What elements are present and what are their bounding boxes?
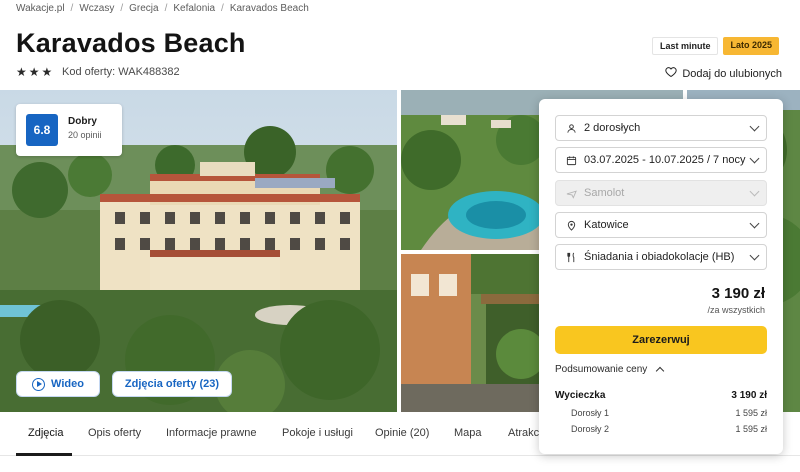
- add-to-favorites-button[interactable]: Dodaj do ulubionych: [665, 66, 782, 81]
- chevron-down-icon: [749, 186, 760, 196]
- breadcrumb-item[interactable]: Wczasy: [79, 3, 114, 14]
- summary-trip-row: Wycieczka 3 190 zł: [555, 390, 767, 401]
- departure-select[interactable]: Katowice: [555, 212, 767, 238]
- breadcrumb-item-current: Karavados Beach: [229, 3, 309, 14]
- tab-description[interactable]: Opis oferty: [88, 427, 141, 439]
- summary-trip-label: Wycieczka: [555, 390, 606, 401]
- summary-line-label: Dorosły 1: [571, 408, 610, 418]
- badges: Last minute Lato 2025: [651, 37, 779, 55]
- cutlery-icon: [564, 250, 578, 264]
- guests-select[interactable]: 2 dorosłych: [555, 115, 767, 141]
- summary-line-value: 1 595 zł: [735, 424, 767, 434]
- page-title: Karavados Beach: [16, 28, 246, 58]
- rating-card[interactable]: 6.8 Dobry 20 opinii: [16, 104, 122, 156]
- play-icon: [32, 377, 46, 391]
- price-note: /za wszystkich: [707, 305, 765, 315]
- chevron-down-icon: [749, 250, 760, 260]
- person-icon: [564, 121, 578, 135]
- breadcrumb-separator: /: [70, 3, 74, 14]
- video-button-label: Wideo: [51, 378, 84, 390]
- chevron-down-icon: [749, 218, 760, 228]
- tab-rooms-services[interactable]: Pokoje i usługi: [282, 427, 353, 439]
- summary-line-label: Dorosły 2: [571, 424, 610, 434]
- breadcrumb-item[interactable]: Grecja: [129, 3, 158, 14]
- calendar-icon: [564, 153, 578, 167]
- last-minute-badge: Last minute: [651, 37, 719, 55]
- transport-select: Samolot: [555, 180, 767, 206]
- price-summary-toggle[interactable]: Podsumowanie ceny: [555, 364, 665, 376]
- tab-map[interactable]: Mapa: [454, 427, 482, 439]
- season-badge: Lato 2025: [723, 37, 779, 55]
- board-value: Śniadania i obiadokolacje (HB): [584, 251, 735, 263]
- summary-trip-value: 3 190 zł: [731, 390, 767, 401]
- photos-button[interactable]: Zdjęcia oferty (23): [112, 371, 232, 397]
- heart-icon: [665, 66, 677, 81]
- total-price: 3 190 zł: [711, 285, 765, 302]
- summary-line: Dorosły 1 1 595 zł: [555, 408, 767, 418]
- breadcrumb-item[interactable]: Wakacje.pl: [16, 3, 65, 14]
- offer-code: Kod oferty: WAK488382: [62, 66, 180, 78]
- breadcrumb-item[interactable]: Kefalonia: [173, 3, 215, 14]
- breadcrumb-separator: /: [221, 3, 224, 14]
- summary-line-value: 1 595 zł: [735, 408, 767, 418]
- transport-value: Samolot: [584, 187, 625, 199]
- hotel-stars: ★ ★ ★: [16, 65, 52, 79]
- chevron-down-icon: [749, 121, 760, 131]
- guests-value: 2 dorosłych: [584, 122, 641, 134]
- tab-reviews[interactable]: Opinie (20): [375, 427, 429, 439]
- rating-score: 6.8: [26, 114, 58, 146]
- summary-line: Dorosły 2 1 595 zł: [555, 424, 767, 434]
- chevron-up-icon: [656, 366, 665, 376]
- breadcrumb-separator: /: [120, 3, 124, 14]
- rating-label: Dobry: [68, 116, 97, 127]
- star-icon: ★: [16, 65, 27, 79]
- rating-count[interactable]: 20 opinii: [68, 130, 102, 140]
- dates-select[interactable]: 03.07.2025 - 10.07.2025 / 7 nocy: [555, 147, 767, 173]
- breadcrumb: Wakacje.pl / Wczasy / Grecja / Kefalonia…: [16, 3, 309, 14]
- tab-attractions[interactable]: Atrakc: [508, 427, 539, 439]
- dates-value: 03.07.2025 - 10.07.2025 / 7 nocy: [584, 154, 746, 166]
- breadcrumb-separator: /: [164, 3, 168, 14]
- add-to-favorites-label: Dodaj do ulubionych: [682, 67, 782, 80]
- star-icon: ★: [41, 65, 53, 79]
- location-pin-icon: [564, 218, 578, 232]
- active-tab-indicator: [16, 453, 72, 456]
- board-select[interactable]: Śniadania i obiadokolacje (HB): [555, 244, 767, 270]
- departure-value: Katowice: [584, 219, 629, 231]
- chevron-down-icon: [749, 153, 760, 163]
- tab-legal-info[interactable]: Informacje prawne: [166, 427, 257, 439]
- star-icon: ★: [28, 65, 40, 79]
- video-button[interactable]: Wideo: [16, 371, 100, 397]
- book-button[interactable]: Zarezerwuj: [555, 326, 767, 354]
- price-summary-label: Podsumowanie ceny: [555, 364, 648, 375]
- plane-icon: [564, 186, 578, 200]
- tab-photos[interactable]: Zdjęcia: [28, 427, 63, 439]
- main-photo[interactable]: 6.8 Dobry 20 opinii Wideo Zdjęcia oferty…: [0, 90, 397, 412]
- booking-panel: 2 dorosłych 03.07.2025 - 10.07.2025 / 7 …: [539, 99, 783, 454]
